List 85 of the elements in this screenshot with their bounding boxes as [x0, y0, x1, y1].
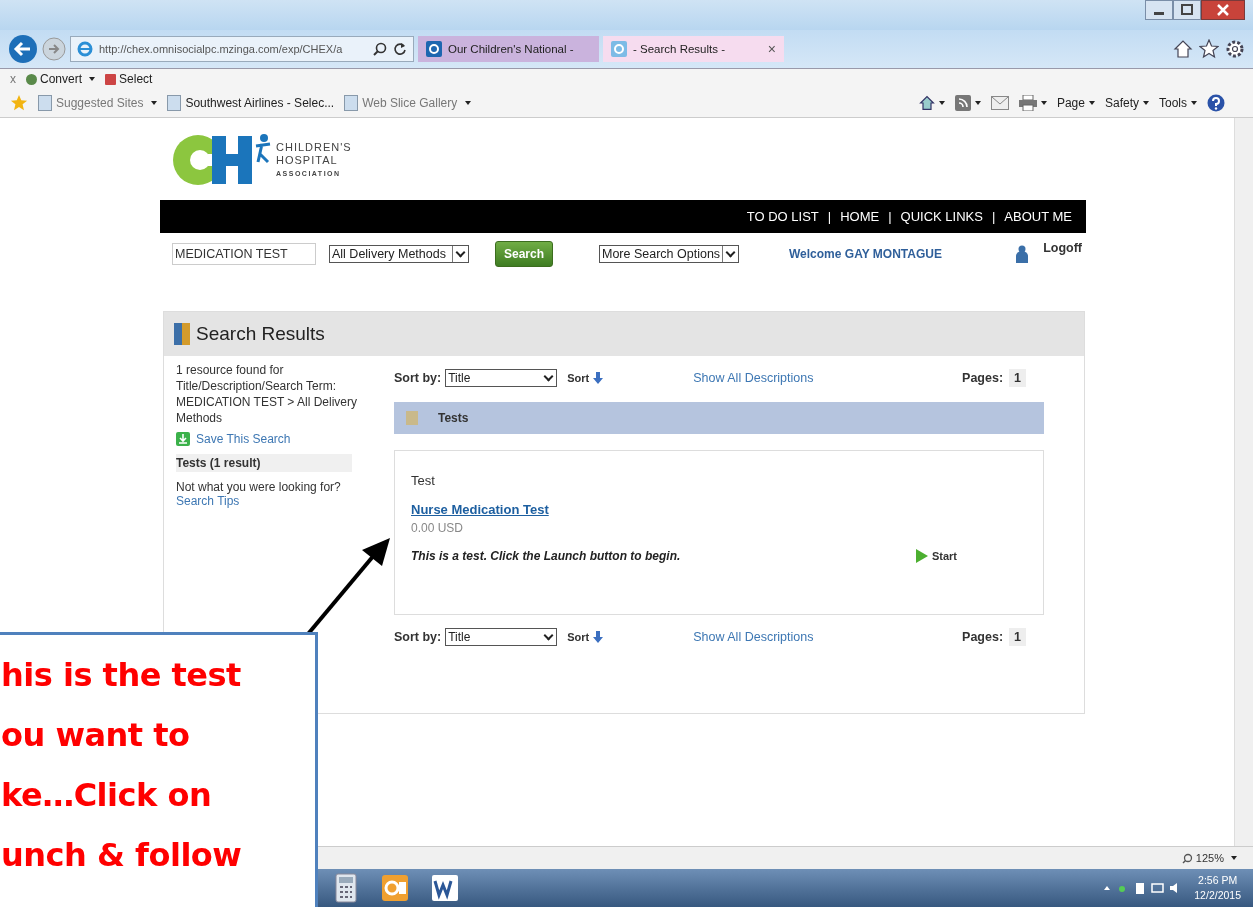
sort-dropdown[interactable]: Title [445, 628, 558, 646]
close-button[interactable] [1201, 0, 1245, 20]
pages-label: Pages: [962, 630, 1004, 644]
down-arrow-icon[interactable] [593, 631, 604, 643]
test-title-link[interactable]: Nurse Medication Test [411, 502, 1027, 517]
mail-app-icon[interactable] [380, 873, 410, 903]
results-summary: 1 resource found for Title/Description/Search Term: MEDICATION TEST > All Delivery Methods [176, 362, 359, 426]
sort-label: Sort by: [394, 371, 442, 385]
favorites-star-icon[interactable] [10, 94, 28, 112]
welcome-text: Welcome GAY MONTAGUE [789, 247, 942, 261]
search-field[interactable]: MEDICATION TEST [172, 243, 316, 265]
description-text: This is a test. Click the Launch button to begin. [411, 549, 681, 563]
document-app-icon[interactable] [430, 873, 460, 903]
nav-separator: | [827, 209, 832, 224]
print-menu-button[interactable] [1018, 95, 1047, 111]
close-toolbar-button[interactable]: x [10, 72, 16, 86]
toolbar-button[interactable]: Select [105, 72, 153, 86]
sort-dropdown[interactable]: Title [445, 369, 558, 387]
tab-close-button[interactable]: × [767, 41, 776, 57]
feed-menu-button[interactable] [954, 95, 981, 111]
toolbar-menu[interactable]: Tools [1159, 96, 1197, 110]
show-descriptions-link[interactable]: Show All Descriptions [693, 371, 814, 385]
address-field[interactable]: http://chex.omnisocialpc.mzinga.com/exp/CHEX/a [70, 36, 414, 62]
home-menu-button[interactable] [918, 95, 945, 111]
callout-text: his is the test ou want to ke…Click on unch & follow [1, 655, 243, 876]
not-found-text: Not what you were looking for? [176, 480, 342, 494]
calculator-icon[interactable] [332, 873, 360, 903]
favorites-link[interactable]: Web Slice Gallery [344, 95, 472, 111]
sort-button[interactable]: Sort [567, 631, 604, 643]
site-icon [426, 41, 442, 57]
forward-button[interactable] [42, 37, 66, 61]
logo-mark-icon [172, 132, 272, 188]
favorites-link[interactable]: Suggested Sites [38, 95, 158, 111]
search-tips-link[interactable]: Search Tips [176, 494, 240, 508]
site-icon [611, 41, 627, 57]
down-arrow-icon[interactable] [593, 372, 604, 384]
card-title: Search Results [196, 323, 325, 345]
nav-link[interactable]: HOME [840, 209, 880, 224]
back-button[interactable] [8, 34, 38, 64]
facet-label[interactable]: Tests (1 result) [176, 454, 352, 472]
start-button[interactable]: Start [915, 549, 957, 563]
toolbar-button[interactable]: Convert [26, 72, 96, 86]
nav-link[interactable]: TO DO LIST [746, 209, 819, 224]
ie-icon [77, 41, 93, 57]
search-options-dropdown[interactable]: More Search Options [599, 245, 739, 263]
settings-icon[interactable] [1225, 39, 1245, 59]
pages-label: Pages: [962, 371, 1004, 385]
browser-tab[interactable]: - Search Results - × [603, 36, 784, 62]
item-type: Test [411, 473, 436, 488]
scrollbar[interactable] [1234, 118, 1253, 846]
price-text: 0.00 USD [411, 521, 465, 535]
logoff-link[interactable]: Logoff [1043, 241, 1082, 255]
group-title: Tests [438, 411, 469, 425]
star-icon[interactable] [1199, 39, 1219, 59]
books-icon [174, 323, 190, 345]
home-icon[interactable] [1173, 39, 1193, 59]
nav-link[interactable]: ABOUT ME [1004, 209, 1072, 224]
save-search-link[interactable]: Save This Search [196, 432, 291, 446]
nav-separator: | [888, 209, 892, 224]
sort-button[interactable]: Sort [567, 372, 604, 384]
download-icon [176, 432, 190, 446]
play-icon[interactable] [915, 549, 928, 563]
favorites-link[interactable]: Southwest Airlines - Selec... [167, 95, 335, 111]
restore-button[interactable] [1173, 0, 1201, 20]
nav-link[interactable]: QUICK LINKS [900, 209, 983, 224]
mail-icon[interactable] [990, 96, 1009, 110]
browser-tab[interactable]: Our Children's National - [418, 36, 599, 62]
search-button[interactable]: Search [495, 241, 553, 267]
toolbar-menu[interactable]: Page [1056, 96, 1095, 110]
minimize-button[interactable] [1145, 0, 1173, 20]
zoom-icon[interactable] [1181, 852, 1193, 864]
page-number[interactable]: 1 [1009, 628, 1026, 646]
clock[interactable]: 2:56 PM 12/2/2015 [1194, 873, 1241, 903]
nav-separator: | [991, 209, 996, 224]
show-descriptions-link[interactable]: Show All Descriptions [693, 630, 814, 644]
zoom-level[interactable]: 125% [1181, 852, 1237, 864]
refresh-icon[interactable] [393, 42, 407, 56]
page-number[interactable]: 1 [1009, 369, 1026, 387]
sort-label: Sort by: [394, 630, 442, 644]
search-icon[interactable] [373, 42, 387, 56]
toolbar-menu[interactable]: Safety [1104, 96, 1149, 110]
user-icon [1015, 245, 1030, 263]
delivery-dropdown[interactable]: All Delivery Methods [329, 245, 469, 263]
help-icon[interactable] [1207, 94, 1225, 112]
document-icon [406, 411, 418, 425]
